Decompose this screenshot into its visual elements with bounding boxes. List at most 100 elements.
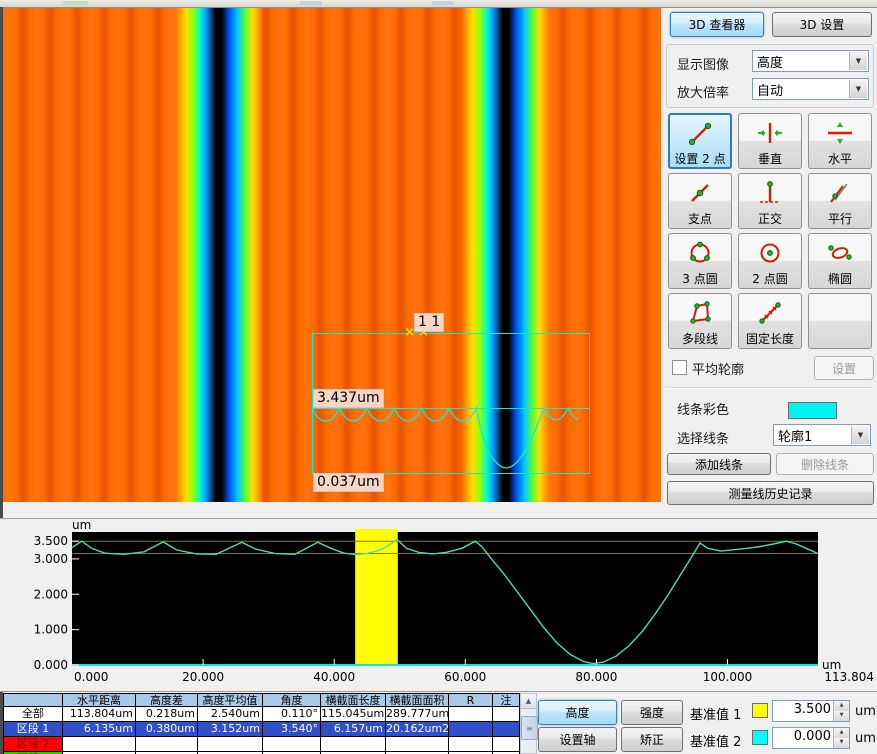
table-scrollbar[interactable]: ▲ ≡ [520, 693, 537, 754]
tool-button-label: 支点 [688, 212, 712, 226]
ref1-value-spinner[interactable]: 3.500 ▲ ▼ [772, 700, 850, 722]
table-cell [449, 722, 493, 737]
profile-chart[interactable]: 3.5003.0002.0001.0000.0000.00020.00040.0… [0, 519, 877, 689]
x-tick-label: 20.000 [182, 670, 224, 684]
tab-3d-viewer[interactable]: 3D 查看器 [670, 12, 764, 37]
scrollbar-up-icon[interactable]: ▲ [521, 694, 536, 709]
table-cell [263, 737, 321, 752]
parallel-icon [826, 174, 854, 212]
ref1-color-swatch[interactable] [752, 703, 768, 718]
tool-button-circle-3pt[interactable]: 3 点圆 [668, 233, 732, 289]
delete-line-button[interactable]: 删除线条 [776, 453, 874, 475]
y-axis-unit: um [72, 519, 91, 532]
mini-profile-curve [312, 406, 590, 476]
set-axis-button[interactable]: 设置轴 [538, 727, 617, 752]
selected-segment-highlight[interactable] [355, 529, 398, 665]
top-toolbar-sliver [0, 0, 877, 8]
measurement-table[interactable]: 水平距离高度差高度平均值角度横截面长度横截面面积R注全部113.804um0.2… [3, 693, 521, 754]
height-mode-button[interactable]: 高度 [538, 700, 617, 725]
horizontal-icon [826, 114, 854, 152]
row-label[interactable]: 区段 1 [4, 722, 63, 737]
profile-settings-button[interactable]: 设置 [814, 356, 874, 380]
x-axis-unit: um [822, 658, 841, 672]
x-tick-label: 60.000 [444, 670, 486, 684]
tab-3d-settings[interactable]: 3D 设置 [772, 12, 872, 37]
spinner-down-icon[interactable]: ▼ [834, 738, 849, 748]
tool-button-vertical[interactable]: 垂直 [738, 113, 802, 169]
tab-3d-viewer-label: 3D 查看器 [689, 16, 746, 33]
measure-history-button[interactable]: 测量线历史记录 [667, 481, 874, 505]
table-cell [449, 737, 493, 752]
scrollbar-thumb[interactable]: ≡ [521, 716, 538, 740]
select-line-dropdown[interactable]: 轮廓1 ▼ [773, 424, 871, 446]
column-header: 高度平均值 [198, 693, 263, 707]
intensity-mode-button[interactable]: 强度 [621, 700, 683, 725]
display-image-dropdown[interactable]: 高度 ▼ [752, 50, 869, 72]
two-point-line-icon [686, 115, 714, 152]
y-tick-label: 3.500 [34, 534, 68, 548]
spinner-up-icon[interactable]: ▲ [834, 728, 849, 738]
select-line-label: 选择线条 [677, 428, 729, 447]
tool-button-ellipse[interactable]: 椭圆 [808, 233, 872, 289]
correction-button[interactable]: 矫正 [621, 727, 683, 752]
tool-button-label: 设置 2 点 [674, 152, 725, 166]
app-window: × × 1 1 3.437um 0.037um 3D 查看器 3D 设置 显示图… [0, 0, 877, 754]
ref2-color-swatch[interactable] [752, 730, 768, 745]
table-cell [493, 722, 520, 737]
fringe-band [175, 8, 263, 502]
table-row[interactable]: 区段 16.135um0.380um3.152um3.540°6.157um20… [4, 722, 521, 737]
tool-button-two-point-line[interactable]: 设置 2 点 [668, 113, 732, 169]
add-line-label: 添加线条 [695, 456, 743, 473]
table-row[interactable]: 全部113.804um0.218um2.540um0.110°115.045um… [4, 707, 521, 722]
ref1-unit: um [855, 704, 876, 719]
y-tick-label: 2.000 [34, 587, 68, 601]
circle-2pt-icon [756, 234, 784, 272]
intensity-mode-label: 强度 [640, 704, 664, 721]
spinner-buttons: ▲ ▼ [833, 728, 849, 748]
upper-value-label: 3.437um [313, 389, 384, 408]
tool-button-label: 水平 [828, 152, 852, 166]
toolbar-sliver-icon [300, 1, 322, 5]
select-line-value: 轮廓1 [774, 426, 850, 445]
line-color-label: 线条彩色 [677, 399, 729, 418]
polyline-icon [686, 294, 714, 332]
tool-button-parallel[interactable]: 平行 [808, 173, 872, 229]
magnification-dropdown[interactable]: 自动 ▼ [752, 78, 869, 100]
tool-button-label: 2 点圆 [752, 272, 787, 286]
spinner-down-icon[interactable]: ▼ [834, 711, 849, 721]
column-header: 角度 [263, 693, 321, 707]
table-row[interactable]: 区段 2 [4, 737, 521, 752]
table-cell: 6.135um [63, 722, 136, 737]
height-map-view[interactable]: × × 1 1 3.437um 0.037um [3, 8, 661, 502]
tool-button-label: 垂直 [758, 152, 782, 166]
circle-3pt-icon [686, 234, 714, 272]
tool-button-horizontal[interactable]: 水平 [808, 113, 872, 169]
row-label[interactable]: 区段 2 [4, 737, 63, 752]
tool-button-fixed-length[interactable]: 固定长度 [738, 293, 802, 349]
set-axis-label: 设置轴 [559, 731, 595, 748]
tool-button-label: 多段线 [682, 332, 718, 346]
ref2-unit: um [855, 731, 876, 746]
tool-button-empty [808, 293, 872, 349]
average-profile-checkbox[interactable] [672, 360, 687, 375]
profile-settings-label: 设置 [832, 360, 856, 377]
table-cell [493, 707, 520, 722]
y-tick-label: 3.000 [34, 552, 68, 566]
height-mode-label: 高度 [565, 704, 589, 721]
spinner-up-icon[interactable]: ▲ [834, 701, 849, 711]
ref2-value-spinner[interactable]: 0.000 ▲ ▼ [772, 727, 850, 749]
tool-button-circle-2pt[interactable]: 2 点圆 [738, 233, 802, 289]
chevron-down-icon: ▼ [851, 426, 869, 444]
x-tick-label: 40.000 [313, 670, 355, 684]
row-label[interactable]: 全部 [4, 707, 63, 722]
tool-button-orthogonal[interactable]: 正交 [738, 173, 802, 229]
tool-button-polyline[interactable]: 多段线 [668, 293, 732, 349]
line-color-swatch[interactable] [788, 402, 837, 419]
table-cell: 3.152um [198, 722, 263, 737]
lower-value-label: 0.037um [313, 473, 384, 492]
display-image-label: 显示图像 [677, 54, 729, 73]
measurement-tools-grid: 设置 2 点 垂直 水平支点 正交平行 3 点圆 2 点圆 椭圆多段线 固定长度 [668, 113, 877, 349]
add-line-button[interactable]: 添加线条 [667, 453, 771, 475]
tool-button-pivot[interactable]: 支点 [668, 173, 732, 229]
column-header: R [449, 693, 493, 707]
